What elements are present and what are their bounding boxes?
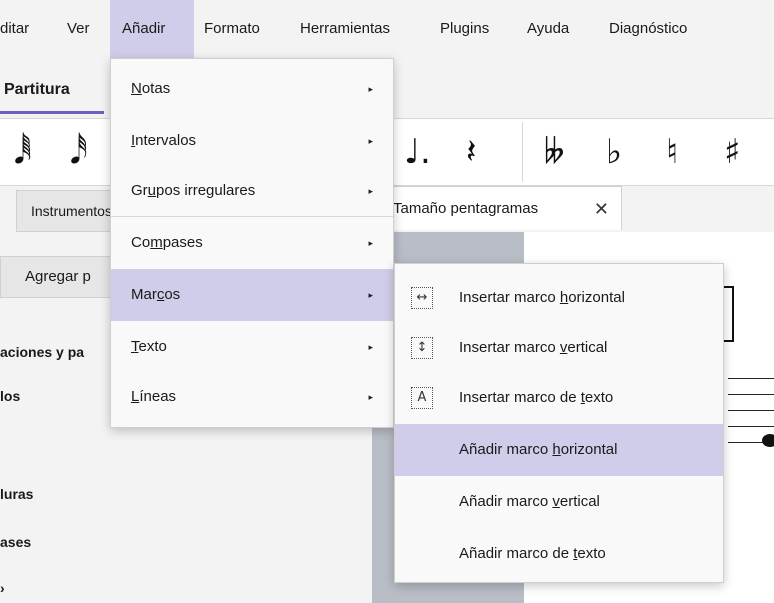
append-horizontal-frame[interactable]: Añadir marco horizontal [395, 424, 723, 476]
add-menu: Notas ▸ Intervalos ▸ Grupos irregulares … [110, 58, 394, 428]
menu-formato[interactable]: Formato [204, 0, 260, 58]
note-head[interactable] [762, 434, 774, 447]
menu-editar[interactable]: ditar [0, 0, 29, 58]
palette-item[interactable]: los [0, 388, 20, 404]
insert-horizontal-frame[interactable]: ↔ Insertar marco horizontal [395, 272, 723, 324]
menu-diagnostico[interactable]: Diagnóstico [609, 0, 687, 58]
horizontal-frame-icon: ↔ [411, 287, 433, 309]
vertical-frame-icon: ↕ [411, 337, 433, 359]
palette-item[interactable]: ases [0, 534, 31, 550]
palette-item[interactable]: luras [0, 486, 33, 502]
sharp-icon[interactable]: ♯ [724, 124, 740, 180]
dotted-quarter-note-icon[interactable]: ♩. [404, 124, 431, 180]
document-tab[interactable]: Tamaño pentagramas ✕ [392, 186, 622, 230]
tab-partitura[interactable]: Partitura [0, 70, 104, 114]
menubar: ditar Ver Añadir Formato Herramientas Pl… [0, 0, 774, 58]
natural-icon[interactable]: ♮ [666, 124, 678, 180]
append-text-frame[interactable]: Añadir marco de texto [395, 528, 723, 580]
submenu-arrow-icon: ▸ [368, 136, 373, 146]
quarter-rest-icon[interactable]: 𝄽 [466, 124, 476, 180]
menu-item-grupos-irregulares[interactable]: Grupos irregulares ▸ [111, 165, 393, 217]
submenu-arrow-icon: ▸ [368, 238, 373, 248]
submenu-arrow-icon: ▸ [368, 290, 373, 300]
menu-plugins[interactable]: Plugins [440, 0, 489, 58]
submenu-arrow-icon: ▸ [368, 392, 373, 402]
menu-item-texto[interactable]: Texto ▸ [111, 321, 393, 373]
menu-anadir[interactable]: Añadir [110, 0, 194, 58]
insert-vertical-frame[interactable]: ↕ Insertar marco vertical [395, 322, 723, 374]
sixty-fourth-note-icon[interactable]: 𝅘𝅥𝅱 [14, 124, 32, 180]
insert-text-frame[interactable]: A Insertar marco de texto [395, 372, 723, 424]
staff-line [728, 426, 774, 427]
toolbar-divider [522, 122, 523, 182]
close-icon[interactable]: ✕ [594, 187, 609, 231]
text-frame-icon: A [411, 387, 433, 409]
menu-item-notas[interactable]: Notas ▸ [111, 63, 393, 115]
flat-icon[interactable]: ♭ [606, 124, 622, 180]
append-vertical-frame[interactable]: Añadir marco vertical [395, 476, 723, 528]
palette-item[interactable]: › [0, 580, 5, 596]
double-flat-icon[interactable]: 𝄫 [544, 124, 564, 180]
submenu-arrow-icon: ▸ [368, 84, 373, 94]
menu-item-intervalos[interactable]: Intervalos ▸ [111, 115, 393, 167]
staff-line [728, 378, 774, 379]
menu-ver[interactable]: Ver [67, 0, 90, 58]
menu-item-lineas[interactable]: Líneas ▸ [111, 371, 393, 423]
instruments-button[interactable]: Instrumentos [16, 190, 120, 232]
submenu-arrow-icon: ▸ [368, 186, 373, 196]
staff-line [728, 394, 774, 395]
add-palette-button[interactable]: Agregar p [0, 256, 120, 298]
menu-ayuda[interactable]: Ayuda [527, 0, 569, 58]
menu-item-marcos[interactable]: Marcos ▸ [111, 269, 393, 321]
menu-herramientas[interactable]: Herramientas [300, 0, 390, 58]
document-tab-title: Tamaño pentagramas [393, 200, 539, 217]
staff-line [728, 410, 774, 411]
thirty-second-note-icon[interactable]: 𝅘𝅥𝅰 [70, 124, 88, 180]
palette-item[interactable]: aciones y pa [0, 344, 84, 360]
frames-submenu: ↔ Insertar marco horizontal ↕ Insertar m… [394, 263, 724, 583]
menu-item-compases[interactable]: Compases ▸ [111, 217, 393, 269]
submenu-arrow-icon: ▸ [368, 342, 373, 352]
